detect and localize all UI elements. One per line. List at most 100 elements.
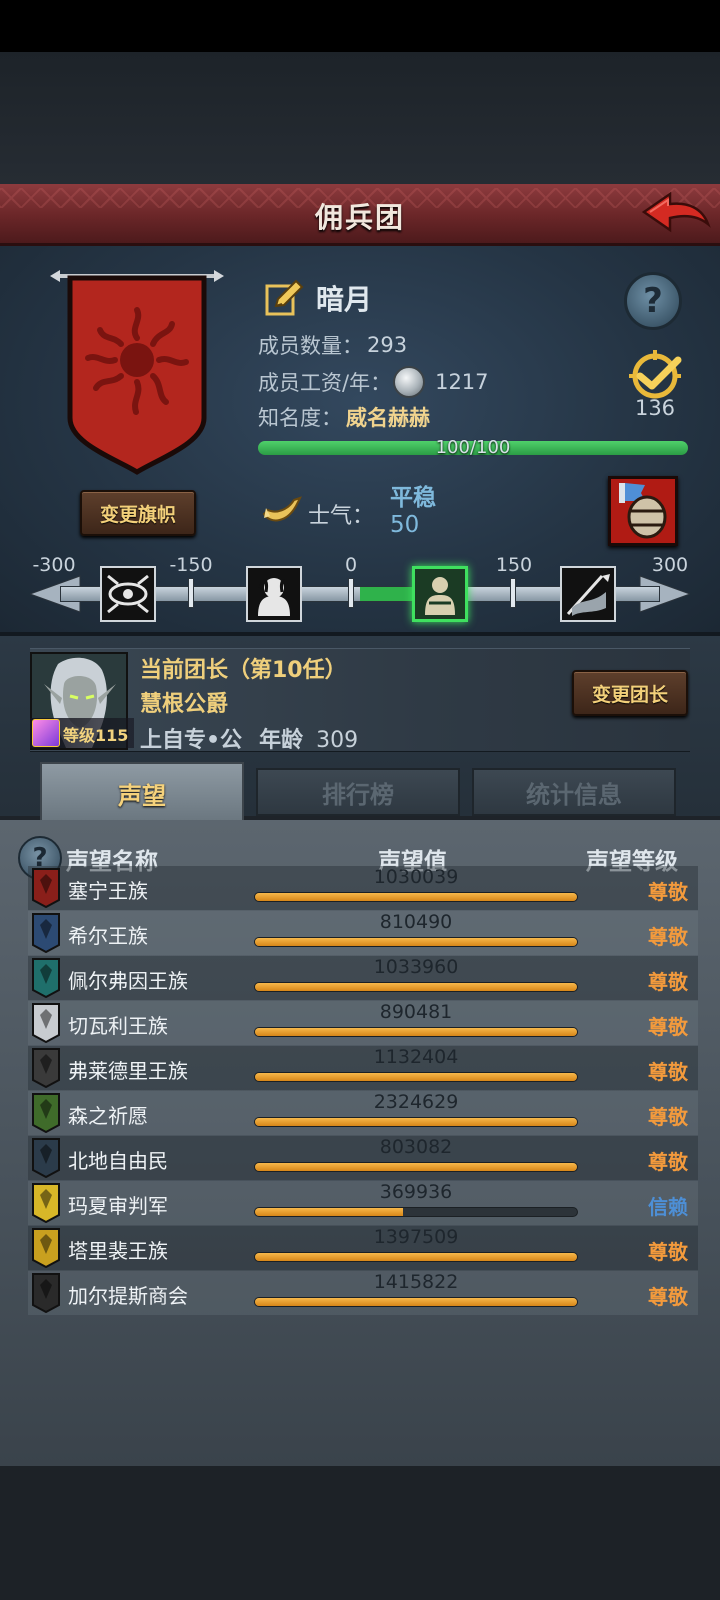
faction-rep-value: 2324629 <box>373 1091 459 1113</box>
table-row[interactable]: 森之祈愿 2324629 尊敬 <box>28 1091 698 1135</box>
fame-label: 知名度： <box>258 406 342 430</box>
back-arrow-icon[interactable] <box>640 190 712 240</box>
faction-rep-bar-fill <box>255 983 577 991</box>
faction-emblem-icon <box>32 913 60 953</box>
fame-row: 知名度： 威名赫赫 <box>258 402 430 432</box>
faction-emblem-icon <box>32 1183 60 1223</box>
faction-rep-value: 1415822 <box>373 1271 459 1293</box>
faction-name: 塞宁王族 <box>68 879 148 903</box>
faction-emblem-icon <box>32 868 60 908</box>
faction-emblem-icon <box>32 1048 60 1088</box>
change-banner-button[interactable]: 变更旗帜 <box>80 490 196 536</box>
faction-rep-value: 1132404 <box>373 1046 459 1068</box>
faction-emblem-icon <box>32 958 60 998</box>
table-row[interactable]: 弗莱德里王族 1132404 尊敬 <box>28 1046 698 1090</box>
tab-statistics[interactable]: 统计信息 <box>472 768 676 816</box>
table-row[interactable]: 佩尔弗因王族 1033960 尊敬 <box>28 956 698 1000</box>
faction-rep-bar <box>254 1297 578 1307</box>
faction-name: 森之祈愿 <box>68 1104 148 1128</box>
morale-tick <box>188 578 194 608</box>
table-row[interactable]: 切瓦利王族 890481 尊敬 <box>28 1001 698 1045</box>
faction-emblem-icon <box>32 1093 60 1133</box>
page-title: 佣兵团 <box>314 201 405 234</box>
despair-icon[interactable] <box>246 566 302 622</box>
company-name-row: 暗月 <box>264 278 372 318</box>
faction-rep-bar-fill <box>255 1253 577 1261</box>
faction-name: 佩尔弗因王族 <box>68 969 188 993</box>
faction-emblem-icon <box>32 1003 60 1043</box>
faction-name: 玛夏审判军 <box>68 1194 168 1218</box>
table-row[interactable]: 玛夏审判军 369936 信赖 <box>28 1181 698 1225</box>
faction-rep-bar-fill <box>255 1298 577 1306</box>
change-leader-button[interactable]: 变更团长 <box>572 670 688 716</box>
fame-progress-text: 100/100 <box>435 437 511 458</box>
faction-rep-bar <box>254 982 578 992</box>
faction-rep-level: 尊敬 <box>648 1060 688 1084</box>
faction-rep-bar-fill <box>255 1028 577 1036</box>
faction-rep-value: 369936 <box>379 1181 453 1203</box>
faction-name: 北地自由民 <box>68 1149 168 1173</box>
table-row[interactable]: 加尔提斯商会 1415822 尊敬 <box>28 1271 698 1315</box>
faction-rep-bar-fill <box>255 1163 577 1171</box>
faction-name: 希尔王族 <box>68 924 148 948</box>
morale-tick <box>510 578 516 608</box>
leader-title: 当前团长（第10任） <box>140 658 347 683</box>
morale-scale-label: 0 <box>344 554 358 576</box>
salary-value: 1217 <box>435 370 489 394</box>
question-icon: ? <box>643 281 663 321</box>
calm-figure-icon[interactable] <box>412 566 468 622</box>
table-row[interactable]: 希尔王族 810490 尊敬 <box>28 911 698 955</box>
table-row[interactable]: 塔里裴王族 1397509 尊敬 <box>28 1226 698 1270</box>
faction-rep-bar-fill <box>255 938 577 946</box>
edit-pencil-icon[interactable] <box>264 278 304 318</box>
bottom-backdrop <box>0 1466 720 1600</box>
faction-rep-level: 尊敬 <box>648 1150 688 1174</box>
faction-emblem-icon <box>32 1273 60 1313</box>
faction-name: 加尔提斯商会 <box>68 1284 188 1308</box>
company-banner <box>50 270 224 475</box>
tab-leaderboard[interactable]: 排行榜 <box>256 768 460 816</box>
mad-eye-icon[interactable] <box>100 566 156 622</box>
faction-rep-value: 803082 <box>379 1136 453 1158</box>
faction-rep-level: 信赖 <box>648 1195 688 1219</box>
charging-banner-icon[interactable] <box>560 566 616 622</box>
faction-rep-bar <box>254 937 578 947</box>
member-count-label: 成员数量： <box>258 334 363 358</box>
morale-tick <box>348 578 354 608</box>
salary-row: 成员工资/年： 1217 <box>258 366 489 398</box>
morale-scale-label: 300 <box>651 554 689 576</box>
tab-reputation[interactable]: 声望 <box>40 762 244 822</box>
faction-rep-bar <box>254 1072 578 1082</box>
faction-rep-value: 1030039 <box>373 866 459 888</box>
help-button[interactable]: ? <box>624 272 682 330</box>
faction-rep-value: 890481 <box>379 1001 453 1023</box>
table-row[interactable]: 北地自由民 803082 尊敬 <box>28 1136 698 1180</box>
faction-rep-bar <box>254 892 578 902</box>
leader-age-label: 年龄 <box>259 728 304 753</box>
faction-rep-bar <box>254 1207 578 1217</box>
fame-value: 威名赫赫 <box>346 406 430 430</box>
morale-scale-label: -150 <box>169 554 213 576</box>
faction-rep-level: 尊敬 <box>648 880 688 904</box>
faction-rep-bar <box>254 1252 578 1262</box>
faction-emblem-icon <box>32 1228 60 1268</box>
faction-name: 切瓦利王族 <box>68 1014 168 1038</box>
task-count: 136 <box>634 396 676 420</box>
company-name: 暗月 <box>316 283 373 316</box>
top-backdrop <box>0 52 720 184</box>
faction-rep-bar-fill <box>255 1208 404 1216</box>
leader-traits: 上自专•公 <box>140 728 243 753</box>
star-wand-icon <box>32 719 60 747</box>
title-bar: 佣兵团 <box>0 184 720 246</box>
faction-rep-bar <box>254 1162 578 1172</box>
horn-icon <box>262 496 302 522</box>
morale-state: 平稳 <box>390 485 436 511</box>
leader-meta: 上自专•公 年龄 309 <box>140 722 358 754</box>
leader-name: 慧根公爵 <box>140 692 229 717</box>
keg-button[interactable] <box>608 476 678 546</box>
faction-rep-level: 尊敬 <box>648 1285 688 1309</box>
table-row[interactable]: 塞宁王族 1030039 尊敬 <box>28 866 698 910</box>
faction-rep-value: 1397509 <box>373 1226 459 1248</box>
silver-coin-icon <box>393 366 426 398</box>
leader-level-badge: 等级115 <box>30 718 134 748</box>
